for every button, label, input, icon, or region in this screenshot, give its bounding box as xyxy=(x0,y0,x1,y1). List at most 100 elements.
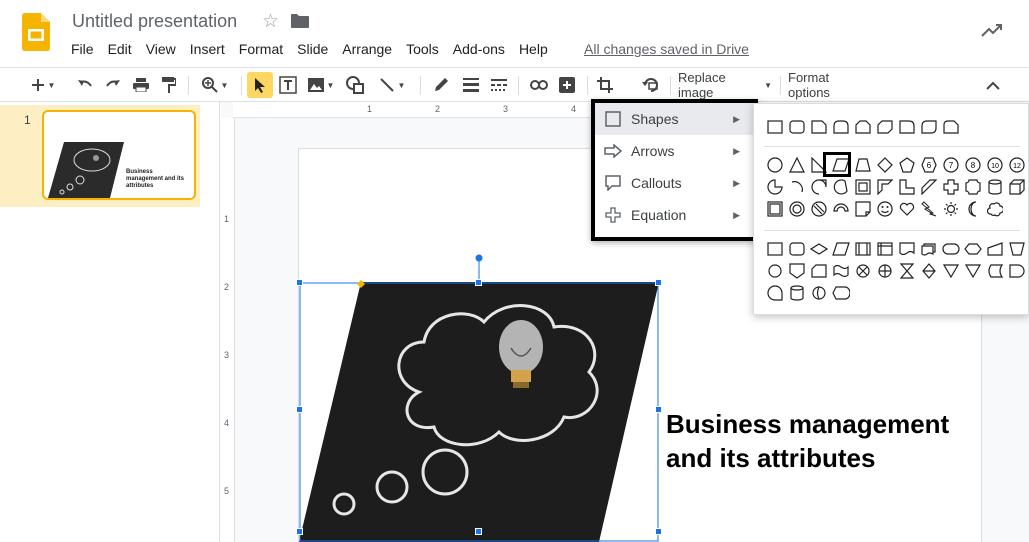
half-frame-shape-icon[interactable] xyxy=(874,176,896,198)
paint-format-button[interactable] xyxy=(158,72,180,98)
menu-addons[interactable]: Add-ons xyxy=(446,39,512,59)
flowchart-alternate-process-shape-icon[interactable] xyxy=(786,238,808,260)
menu-slide[interactable]: Slide xyxy=(290,39,335,59)
round-same-side-rectangle-shape-icon[interactable] xyxy=(830,116,852,138)
flowchart-internal-storage-shape-icon[interactable] xyxy=(874,238,896,260)
resize-handle[interactable] xyxy=(655,279,662,286)
menu-edit[interactable]: Edit xyxy=(101,39,139,59)
flowchart-manual-input-shape-icon[interactable] xyxy=(984,238,1006,260)
smiley-face-shape-icon[interactable] xyxy=(874,198,896,220)
resize-handle[interactable] xyxy=(296,279,303,286)
new-slide-button[interactable]: ▼ xyxy=(26,72,60,98)
flowchart-sequential-access-storage-shape-icon[interactable] xyxy=(764,282,786,304)
slides-logo-icon[interactable] xyxy=(22,13,50,51)
flowchart-magnetic-disk-shape-icon[interactable] xyxy=(786,282,808,304)
lightning-bolt-shape-icon[interactable] xyxy=(918,198,940,220)
sun-shape-icon[interactable] xyxy=(940,198,962,220)
cube-shape-icon[interactable] xyxy=(1006,176,1028,198)
text-box-button[interactable] xyxy=(277,72,299,98)
snip-round-rectangle-shape-icon[interactable] xyxy=(940,116,962,138)
can-shape-icon[interactable] xyxy=(984,176,1006,198)
decagon-10-shape-icon[interactable]: 10 xyxy=(984,154,1006,176)
flowchart-punched-tape-shape-icon[interactable] xyxy=(830,260,852,282)
flowchart-or-shape-icon[interactable] xyxy=(874,260,896,282)
menu-item-arrows[interactable]: Arrows ▶ xyxy=(595,135,754,167)
border-dash-button[interactable] xyxy=(488,72,510,98)
redo-button[interactable] xyxy=(102,72,124,98)
flowchart-extract-shape-icon[interactable] xyxy=(940,260,962,282)
flowchart-predefined-process-shape-icon[interactable] xyxy=(852,238,874,260)
flowchart-data-shape-icon[interactable] xyxy=(830,238,852,260)
pie-shape-icon[interactable] xyxy=(764,176,786,198)
plaque-shape-icon[interactable] xyxy=(962,176,984,198)
cloud-shape-icon[interactable] xyxy=(984,198,1006,220)
ellipse-shape-icon[interactable] xyxy=(764,154,786,176)
menu-item-equation[interactable]: Equation ▶ xyxy=(595,199,754,231)
zoom-button[interactable]: ▼ xyxy=(196,72,234,98)
l-shape-icon[interactable] xyxy=(896,176,918,198)
pentagon-shape-icon[interactable] xyxy=(896,154,918,176)
snip-corner-rectangle-shape-icon[interactable] xyxy=(808,116,830,138)
flowchart-summing-junction-shape-icon[interactable] xyxy=(852,260,874,282)
resize-handle[interactable] xyxy=(296,528,303,535)
insert-image-button[interactable]: ▼ xyxy=(305,72,337,98)
flowchart-sort-shape-icon[interactable] xyxy=(918,260,940,282)
resize-handle[interactable] xyxy=(655,406,662,413)
arc-shape-icon[interactable] xyxy=(786,176,808,198)
moon-shape-icon[interactable] xyxy=(962,198,984,220)
bevel-shape-icon[interactable] xyxy=(764,198,786,220)
line-button[interactable]: ▼ xyxy=(373,72,411,98)
shape-button[interactable] xyxy=(343,72,367,98)
flowchart-terminator-shape-icon[interactable] xyxy=(940,238,962,260)
round-diagonal-corner-shape-icon[interactable] xyxy=(918,116,940,138)
menu-item-shapes[interactable]: Shapes ▶ xyxy=(595,103,754,135)
insert-link-button[interactable] xyxy=(527,72,551,98)
undo-button[interactable] xyxy=(74,72,96,98)
flowchart-card-shape-icon[interactable] xyxy=(808,260,830,282)
menu-tools[interactable]: Tools xyxy=(399,39,446,59)
rounded-rectangle-shape-icon[interactable] xyxy=(786,116,808,138)
trapezoid-shape-icon[interactable] xyxy=(852,154,874,176)
crop-button[interactable] xyxy=(594,72,616,98)
no-symbol-shape-icon[interactable] xyxy=(808,198,830,220)
flowchart-decision-shape-icon[interactable] xyxy=(808,238,830,260)
collapse-toolbar-button[interactable] xyxy=(982,72,1004,98)
snip-same-side-rectangle-shape-icon[interactable] xyxy=(852,116,874,138)
resize-handle[interactable] xyxy=(475,528,482,535)
border-weight-button[interactable] xyxy=(460,72,482,98)
flowchart-collate-shape-icon[interactable] xyxy=(896,260,918,282)
slide-title-text[interactable]: Business management and its attributes xyxy=(666,407,966,475)
menu-insert[interactable]: Insert xyxy=(183,39,232,59)
select-tool-button[interactable] xyxy=(247,72,273,98)
frame-shape-icon[interactable] xyxy=(852,176,874,198)
donut-shape-icon[interactable] xyxy=(786,198,808,220)
flowchart-stored-data-shape-icon[interactable] xyxy=(984,260,1006,282)
insert-comment-button[interactable] xyxy=(555,72,579,98)
menu-format[interactable]: Format xyxy=(232,39,290,59)
block-arc-shape-icon[interactable] xyxy=(830,198,852,220)
flowchart-document-shape-icon[interactable] xyxy=(896,238,918,260)
folder-icon[interactable] xyxy=(291,14,309,28)
border-color-button[interactable] xyxy=(430,72,452,98)
triangle-shape-icon[interactable] xyxy=(786,154,808,176)
activity-trend-icon[interactable] xyxy=(981,22,1003,38)
menu-item-callouts[interactable]: Callouts ▶ xyxy=(595,167,754,199)
diamond-shape-icon[interactable] xyxy=(874,154,896,176)
flowchart-offpage-connector-shape-icon[interactable] xyxy=(786,260,808,282)
resize-handle[interactable] xyxy=(296,406,303,413)
flowchart-process-shape-icon[interactable] xyxy=(764,238,786,260)
flowchart-display-shape-icon[interactable] xyxy=(830,282,852,304)
flowchart-delay-shape-icon[interactable] xyxy=(1006,260,1028,282)
flowchart-manual-operation-shape-icon[interactable] xyxy=(1006,238,1028,260)
hexagon-6-shape-icon[interactable]: 6 xyxy=(918,154,940,176)
snip-diagonal-rectangle-shape-icon[interactable] xyxy=(874,116,896,138)
replace-image-button[interactable]: Replace image ▼ xyxy=(678,70,772,100)
rectangle-shape-icon[interactable] xyxy=(764,116,786,138)
format-options-button[interactable]: Format options xyxy=(788,70,874,100)
octagon-8-shape-icon[interactable]: 8 xyxy=(962,154,984,176)
resize-handle[interactable] xyxy=(655,528,662,535)
save-status-link[interactable]: All changes saved in Drive xyxy=(584,41,749,57)
diagonal-stripe-shape-icon[interactable] xyxy=(918,176,940,198)
flowchart-merge-shape-icon[interactable] xyxy=(962,260,984,282)
flowchart-multidocument-shape-icon[interactable] xyxy=(918,238,940,260)
